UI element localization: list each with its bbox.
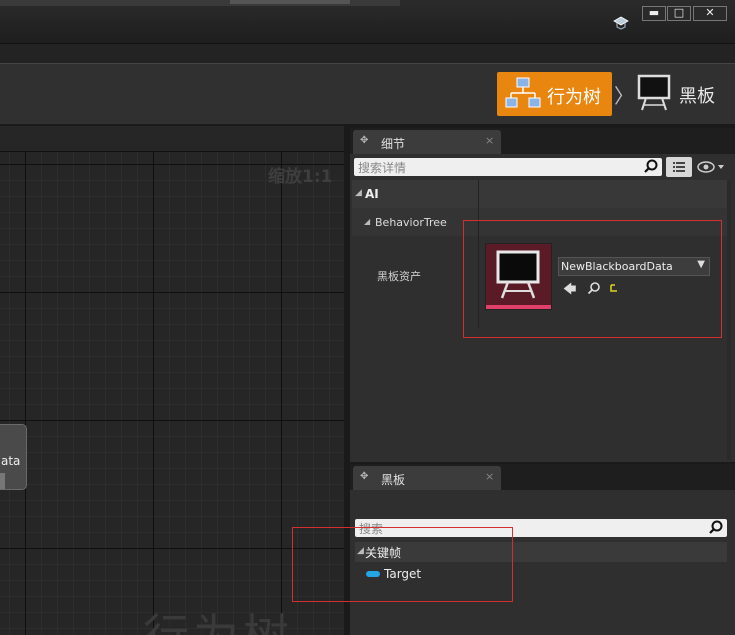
zoom-level: 缩放1:1 — [268, 167, 333, 187]
minimize-button[interactable]: ▬ — [642, 6, 666, 21]
blackboard-asset-label: 黑板资产 — [377, 270, 421, 283]
behavior-tree-mode-label: 行为树 — [547, 87, 601, 108]
title-decoration — [230, 0, 350, 4]
details-search-placeholder: 搜索详情 — [358, 161, 407, 175]
graph-watermark: 行为树 — [143, 600, 293, 635]
tab-blackboard[interactable]: ✥ 黑板 × — [353, 466, 501, 490]
category-ai-label: AI — [365, 187, 379, 201]
search-icon — [644, 159, 658, 173]
details-search-input[interactable]: 搜索详情 — [354, 158, 662, 176]
tab-grip-icon: ✥ — [360, 135, 369, 146]
blackboard-mode-button[interactable]: 黑板 — [636, 74, 731, 114]
close-button[interactable]: ✕ — [693, 6, 727, 21]
blackboard-tab-label: 黑板 — [381, 473, 406, 487]
view-options-button[interactable] — [666, 157, 692, 177]
search-icon — [709, 520, 723, 534]
expand-arrow-icon: ◢ — [364, 217, 371, 226]
annotation-highlight-box — [463, 220, 722, 338]
tab-details[interactable]: ✥ 细节 × — [353, 130, 501, 154]
details-tab-bar: ✥ 细节 × — [350, 128, 735, 154]
category-ai[interactable]: ◢ AI — [352, 180, 728, 208]
expand-arrow-icon: ◢ — [355, 188, 362, 198]
blackboard-mode-label: 黑板 — [679, 86, 715, 107]
tab-strip — [0, 44, 735, 64]
annotation-highlight-box — [292, 527, 513, 602]
graph-node[interactable]: ata — [0, 424, 27, 490]
unreal-logo-icon — [613, 16, 629, 30]
maximize-button[interactable]: □ — [667, 6, 691, 21]
graph-header — [0, 126, 344, 152]
tab-grip-icon: ✥ — [360, 471, 369, 482]
visibility-filter-button[interactable] — [696, 158, 728, 176]
title-bar: ▬ □ ✕ — [0, 0, 735, 44]
close-tab-icon[interactable]: × — [485, 134, 494, 147]
details-scrollbar[interactable] — [727, 180, 731, 460]
graph-node-pin[interactable] — [0, 473, 5, 489]
mode-bar: 行为树 〉 黑板 — [0, 64, 735, 126]
breadcrumb-separator: 〉 — [614, 84, 634, 108]
eye-icon — [697, 161, 724, 173]
blackboard-tab-bar: ✥ 黑板 × — [350, 464, 735, 490]
behavior-tree-icon — [505, 77, 541, 108]
blackboard-icon — [637, 74, 671, 111]
details-tab-label: 细节 — [381, 137, 406, 151]
list-view-icon — [673, 162, 685, 172]
behavior-tree-mode-button[interactable]: 行为树 — [497, 72, 612, 116]
category-behavior-tree-label: BehaviorTree — [375, 216, 447, 229]
close-tab-icon[interactable]: × — [485, 470, 494, 483]
graph-node-label: ata — [1, 454, 21, 468]
